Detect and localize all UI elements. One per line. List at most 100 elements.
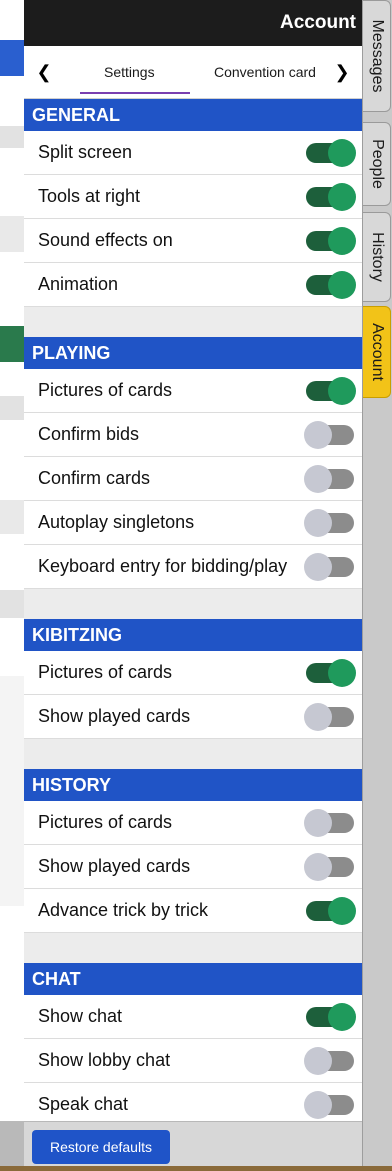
side-tab-account[interactable]: Account [363, 306, 391, 398]
setting-label: Confirm bids [38, 424, 140, 444]
background-floor [0, 1166, 392, 1171]
tab-settings[interactable]: Settings [104, 64, 184, 80]
setting-row-kibitzing-pictures: Pictures of cards [24, 651, 362, 695]
confirm-cards-toggle[interactable] [304, 465, 354, 493]
section-header-kibitzing: KIBITZING [24, 619, 362, 651]
toggle-knob [328, 659, 356, 687]
animation-toggle[interactable] [306, 271, 356, 299]
setting-row-confirm-cards: Confirm cards [24, 457, 362, 501]
setting-label: Show played cards [38, 706, 191, 726]
split-screen-toggle[interactable] [306, 139, 356, 167]
history-played-toggle[interactable] [304, 853, 354, 881]
sound-effects-toggle[interactable] [306, 227, 356, 255]
settings-panel: Account ❮ Settings Convention card ❯ GEN… [24, 0, 362, 1171]
confirm-bids-toggle[interactable] [304, 421, 354, 449]
chevron-right-icon[interactable]: ❯ [330, 60, 354, 84]
toggle-knob [304, 853, 332, 881]
setting-row-kibitzing-played: Show played cards [24, 695, 362, 739]
side-tab-label: People [368, 139, 386, 189]
setting-label: Show played cards [38, 856, 191, 876]
toggle-knob [304, 553, 332, 581]
background-block [0, 126, 24, 148]
settings-list: GENERAL Split screen Tools at right Soun… [24, 99, 362, 1127]
speak-chat-toggle[interactable] [304, 1091, 354, 1119]
background-block [0, 216, 24, 252]
setting-label: Confirm cards [38, 468, 151, 488]
background-green-block [0, 326, 24, 362]
section-gap [24, 307, 362, 337]
section-gap [24, 739, 362, 769]
toggle-knob [304, 703, 332, 731]
restore-defaults-button[interactable]: Restore defaults [32, 1130, 170, 1164]
tools-at-right-toggle[interactable] [306, 183, 356, 211]
setting-label: Animation [38, 274, 119, 294]
show-chat-toggle[interactable] [306, 1003, 356, 1031]
side-tab-label: Account [368, 323, 386, 381]
show-lobby-chat-toggle[interactable] [304, 1047, 354, 1075]
side-tabs: Messages People History Account [362, 0, 392, 1171]
toggle-knob [328, 377, 356, 405]
section-header-chat: CHAT [24, 963, 362, 995]
footer-bar: Restore defaults [24, 1121, 362, 1171]
toggle-knob [304, 1091, 332, 1119]
section-header-playing: PLAYING [24, 337, 362, 369]
side-tab-people[interactable]: People [363, 122, 391, 206]
setting-row-playing-pictures: Pictures of cards [24, 369, 362, 413]
background-block [0, 396, 24, 420]
keyboard-entry-toggle[interactable] [304, 553, 354, 581]
setting-row-advance-trick: Advance trick by trick [24, 889, 362, 933]
setting-label: Advance trick by trick [38, 900, 209, 920]
setting-row-keyboard-entry: Keyboard entry for bidding/play [24, 545, 362, 589]
active-tab-indicator [80, 92, 190, 94]
toggle-knob [328, 183, 356, 211]
setting-row-show-lobby-chat: Show lobby chat [24, 1039, 362, 1083]
setting-row-animation: Animation [24, 263, 362, 307]
background-block [0, 500, 24, 534]
section-gap [24, 589, 362, 619]
kibitzing-pictures-toggle[interactable] [306, 659, 356, 687]
side-tab-label: Messages [368, 19, 386, 93]
setting-label: Autoplay singletons [38, 512, 195, 532]
setting-label: Pictures of cards [38, 662, 173, 682]
setting-row-history-pictures: Pictures of cards [24, 801, 362, 845]
advance-trick-toggle[interactable] [306, 897, 356, 925]
setting-row-split-screen: Split screen [24, 131, 362, 175]
toggle-knob [328, 139, 356, 167]
setting-label: Show chat [38, 1006, 123, 1026]
toggle-knob [304, 509, 332, 537]
setting-label: Speak chat [38, 1094, 129, 1114]
background-block [0, 676, 24, 906]
nav-bar: ❮ Settings Convention card ❯ [24, 46, 362, 99]
toggle-knob [304, 1047, 332, 1075]
setting-row-sound-effects: Sound effects on [24, 219, 362, 263]
title-bar: Account [24, 0, 362, 46]
setting-label: Tools at right [38, 186, 141, 206]
setting-label: Pictures of cards [38, 380, 173, 400]
setting-row-confirm-bids: Confirm bids [24, 413, 362, 457]
history-pictures-toggle[interactable] [304, 809, 354, 837]
background-blue-block [0, 40, 24, 76]
background-block [0, 590, 24, 618]
toggle-knob [304, 465, 332, 493]
toggle-knob [328, 1003, 356, 1031]
setting-label: Pictures of cards [38, 812, 173, 832]
side-tab-messages[interactable]: Messages [363, 0, 391, 112]
setting-row-tools-at-right: Tools at right [24, 175, 362, 219]
kibitzing-played-toggle[interactable] [304, 703, 354, 731]
toggle-knob [304, 421, 332, 449]
setting-label: Keyboard entry for bidding/play [38, 556, 288, 576]
autoplay-singletons-toggle[interactable] [304, 509, 354, 537]
setting-row-history-played: Show played cards [24, 845, 362, 889]
tab-convention-card[interactable]: Convention card [214, 64, 318, 80]
toggle-knob [328, 271, 356, 299]
toggle-knob [328, 227, 356, 255]
section-gap [24, 933, 362, 963]
chevron-left-icon[interactable]: ❮ [32, 60, 56, 84]
side-tab-history[interactable]: History [363, 212, 391, 302]
page-title: Account [280, 12, 356, 33]
background-app-strip [0, 0, 25, 1171]
background-footer [0, 1121, 24, 1171]
setting-label: Show lobby chat [38, 1050, 171, 1070]
playing-pictures-toggle[interactable] [306, 377, 356, 405]
toggle-knob [328, 897, 356, 925]
